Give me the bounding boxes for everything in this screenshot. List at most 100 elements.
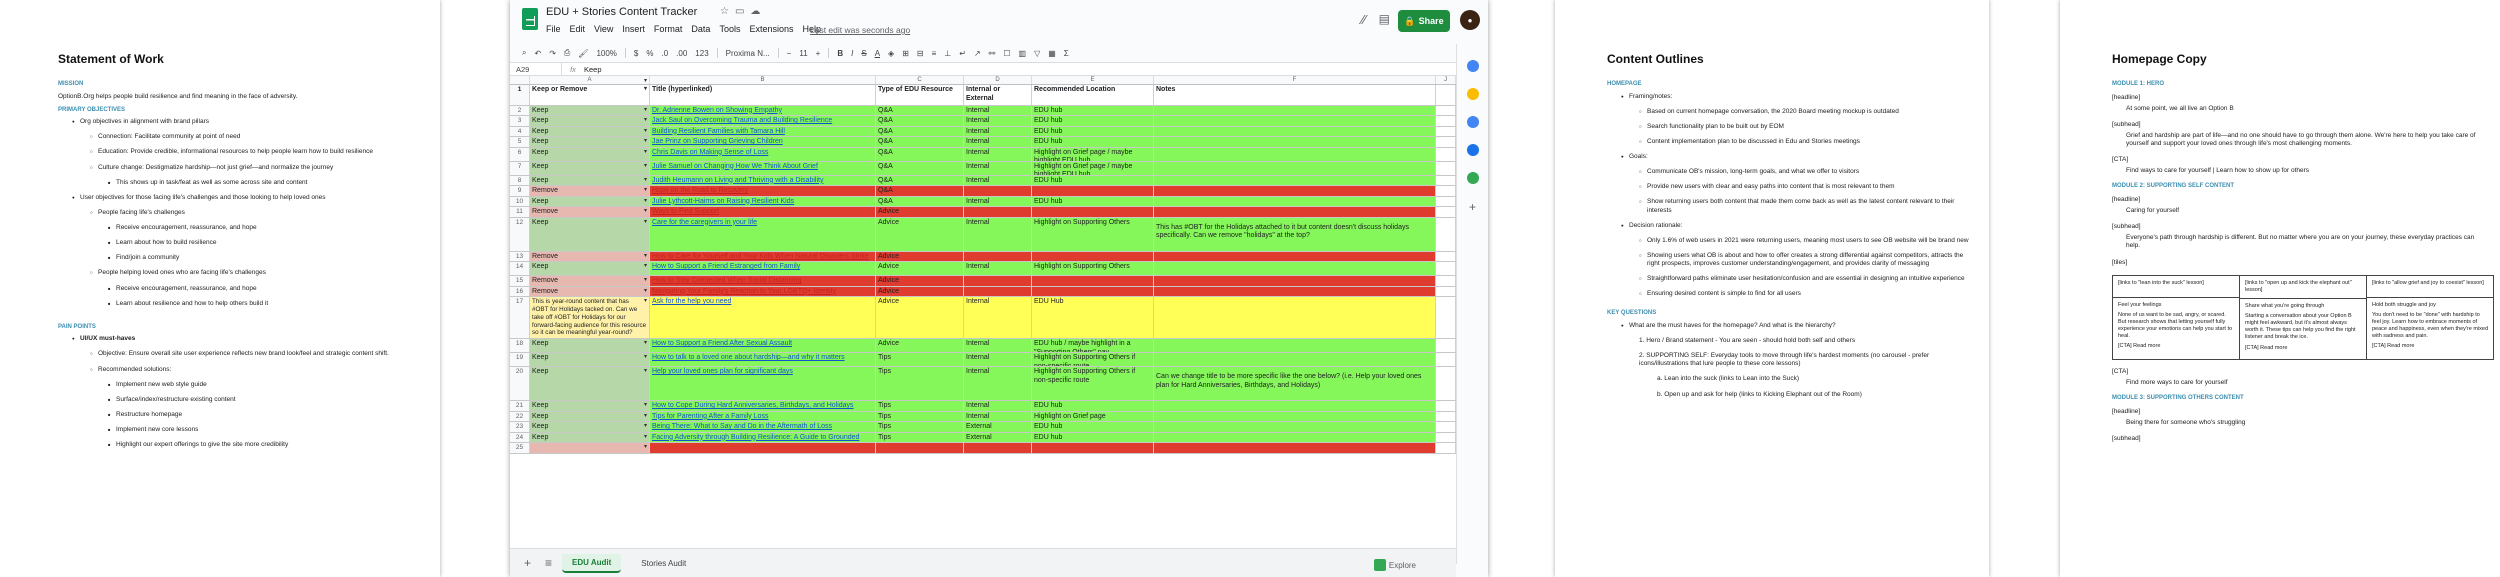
cell-location[interactable]: Highlight on Supporting Others if non-sp…	[1032, 367, 1154, 400]
print-icon[interactable]: ⎙	[564, 48, 570, 58]
cell-keep-remove[interactable]: Keep	[530, 339, 650, 352]
cell-title-link[interactable]: Facing Adversity through Building Resili…	[650, 432, 876, 442]
row-number[interactable]: 10	[510, 196, 530, 206]
cell-title-link[interactable]: Judith Heumann on Living and Thriving wi…	[650, 175, 876, 185]
cell-title-link[interactable]: Being There: What to Say and Do in the A…	[650, 422, 876, 432]
cell-type[interactable]: Q&A	[876, 126, 964, 136]
cell-keep-remove[interactable]: Keep	[530, 196, 650, 206]
name-box[interactable]: A29	[510, 63, 562, 75]
cell-keep-remove[interactable]: Keep	[530, 262, 650, 275]
cell-notes[interactable]	[1154, 116, 1436, 126]
cell-title-link[interactable]	[650, 443, 876, 453]
cell-type[interactable]: Advice	[876, 251, 964, 261]
cell-type[interactable]: Tips	[876, 353, 964, 366]
cell-internal-external[interactable]: Internal	[964, 116, 1032, 126]
row-number[interactable]: 1	[510, 85, 530, 105]
cell-keep-remove[interactable]: Remove	[530, 207, 650, 217]
row-number[interactable]: 14	[510, 262, 530, 275]
chart-icon[interactable]: ▥	[1019, 49, 1027, 58]
font-size-decrease-icon[interactable]: −	[787, 49, 792, 58]
merge-cells-icon[interactable]: ⊟	[917, 49, 924, 58]
move-folder-icon[interactable]: ▭	[735, 6, 750, 17]
row-number[interactable]: 4	[510, 126, 530, 136]
cell-type[interactable]: Tips	[876, 432, 964, 442]
cell-empty[interactable]	[1436, 262, 1456, 275]
functions-icon[interactable]: Σ	[1064, 49, 1069, 58]
cell-location[interactable]: EDU hub	[1032, 126, 1154, 136]
filter-icon[interactable]: ▽	[1034, 49, 1040, 58]
cell-title-link[interactable]: How to Stay Connected When Social Distan…	[650, 276, 876, 286]
cell-notes[interactable]	[1154, 207, 1436, 217]
cell-internal-external[interactable]	[964, 251, 1032, 261]
cell-internal-external[interactable]: Internal	[964, 105, 1032, 115]
cell-location[interactable]: Highlight on Grief page / maybe highligh…	[1032, 161, 1154, 175]
cell-notes[interactable]	[1154, 251, 1436, 261]
cell-type[interactable]: Advice	[876, 276, 964, 286]
text-color-icon[interactable]: A	[875, 49, 880, 58]
cell-empty[interactable]	[1436, 443, 1456, 453]
tasks-icon[interactable]	[1466, 116, 1479, 128]
cell-type[interactable]: Tips	[876, 422, 964, 432]
cell-notes[interactable]	[1154, 126, 1436, 136]
cell-location[interactable]: EDU hub	[1032, 105, 1154, 115]
valign-icon[interactable]: ⊥	[944, 49, 951, 58]
cell-title-link[interactable]: Chris Davis on Making Sense of Loss	[650, 147, 876, 161]
cell-keep-remove[interactable]: Keep	[530, 422, 650, 432]
cell-keep-remove[interactable]: Keep	[530, 367, 650, 400]
zoom-select[interactable]: 100%	[596, 49, 616, 58]
cell-location[interactable]	[1032, 276, 1154, 286]
cell-notes[interactable]	[1154, 443, 1436, 453]
cell-empty[interactable]	[1436, 411, 1456, 421]
cell-location[interactable]: EDU hub	[1032, 401, 1154, 411]
row-number[interactable]: 9	[510, 186, 530, 196]
contacts-icon[interactable]	[1466, 144, 1479, 156]
formula-input[interactable]: Keep	[584, 65, 602, 74]
cell-notes[interactable]	[1154, 186, 1436, 196]
cell-title-link[interactable]: How to talk to a loved one about hardshi…	[650, 353, 876, 366]
cell-empty[interactable]	[1436, 432, 1456, 442]
row-number[interactable]: 2	[510, 105, 530, 115]
font-size-increase-icon[interactable]: +	[816, 49, 821, 58]
bold-icon[interactable]: B	[837, 49, 843, 58]
cloud-status-icon[interactable]: ☁	[750, 6, 766, 17]
cell-internal-external[interactable]: Internal	[964, 217, 1032, 251]
wrap-icon[interactable]: ↵	[959, 49, 966, 58]
activity-trend-icon[interactable]: ⁄⁄	[1362, 12, 1366, 27]
cell-location[interactable]: EDU hub / maybe highlight in a "Supporti…	[1032, 339, 1154, 352]
cell-notes[interactable]	[1154, 175, 1436, 185]
header-empty[interactable]	[1436, 85, 1456, 105]
row-number[interactable]: 22	[510, 411, 530, 421]
cell-internal-external[interactable]	[964, 207, 1032, 217]
cell-title-link[interactable]: Help your loved ones plan for significan…	[650, 367, 876, 400]
header-title[interactable]: Title (hyperlinked)	[650, 85, 876, 105]
cell-empty[interactable]	[1436, 297, 1456, 338]
cell-type[interactable]: Advice	[876, 262, 964, 275]
cell-location[interactable]: EDU hub	[1032, 196, 1154, 206]
header-location[interactable]: Recommended Location	[1032, 85, 1154, 105]
font-size-input[interactable]: 11	[799, 49, 807, 58]
menu-item-insert[interactable]: Insert	[622, 24, 645, 34]
cell-title-link[interactable]: Jack Saul on Overcoming Trauma and Build…	[650, 116, 876, 126]
cell-empty[interactable]	[1436, 175, 1456, 185]
cell-type[interactable]: Q&A	[876, 175, 964, 185]
cell-type[interactable]: Q&A	[876, 105, 964, 115]
decimal-decrease-icon[interactable]: .0	[662, 49, 669, 58]
menu-item-view[interactable]: View	[594, 24, 613, 34]
cell-title-link[interactable]: Care for the caregivers in your life	[650, 217, 876, 251]
star-icon[interactable]: ☆	[720, 6, 735, 17]
row-number[interactable]: 12	[510, 217, 530, 251]
column-header-f[interactable]: F	[1154, 76, 1436, 84]
cell-location[interactable]	[1032, 186, 1154, 196]
cell-keep-remove[interactable]: Keep	[530, 175, 650, 185]
cell-keep-remove[interactable]: Keep	[530, 137, 650, 147]
cell-keep-remove[interactable]	[530, 443, 650, 453]
cell-internal-external[interactable]	[964, 286, 1032, 296]
all-sheets-icon[interactable]: ≡	[545, 556, 552, 570]
cell-internal-external[interactable]	[964, 186, 1032, 196]
cell-type[interactable]	[876, 443, 964, 453]
cell-location[interactable]: EDU hub	[1032, 422, 1154, 432]
menu-item-format[interactable]: Format	[654, 24, 683, 34]
cell-notes[interactable]	[1154, 432, 1436, 442]
cell-title-link[interactable]: How to Support a Friend Estranged from F…	[650, 262, 876, 275]
percent-button[interactable]: %	[646, 49, 653, 58]
